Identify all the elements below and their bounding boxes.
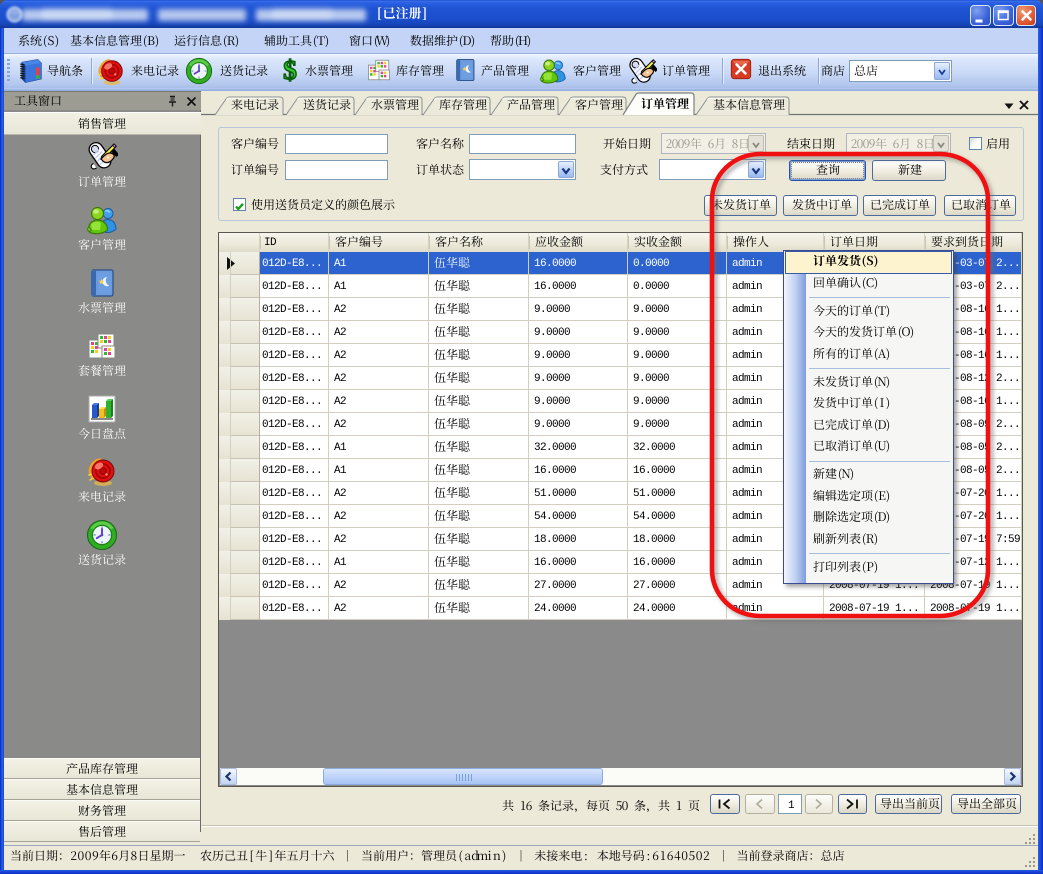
svg-text:$: $ <box>283 57 297 83</box>
